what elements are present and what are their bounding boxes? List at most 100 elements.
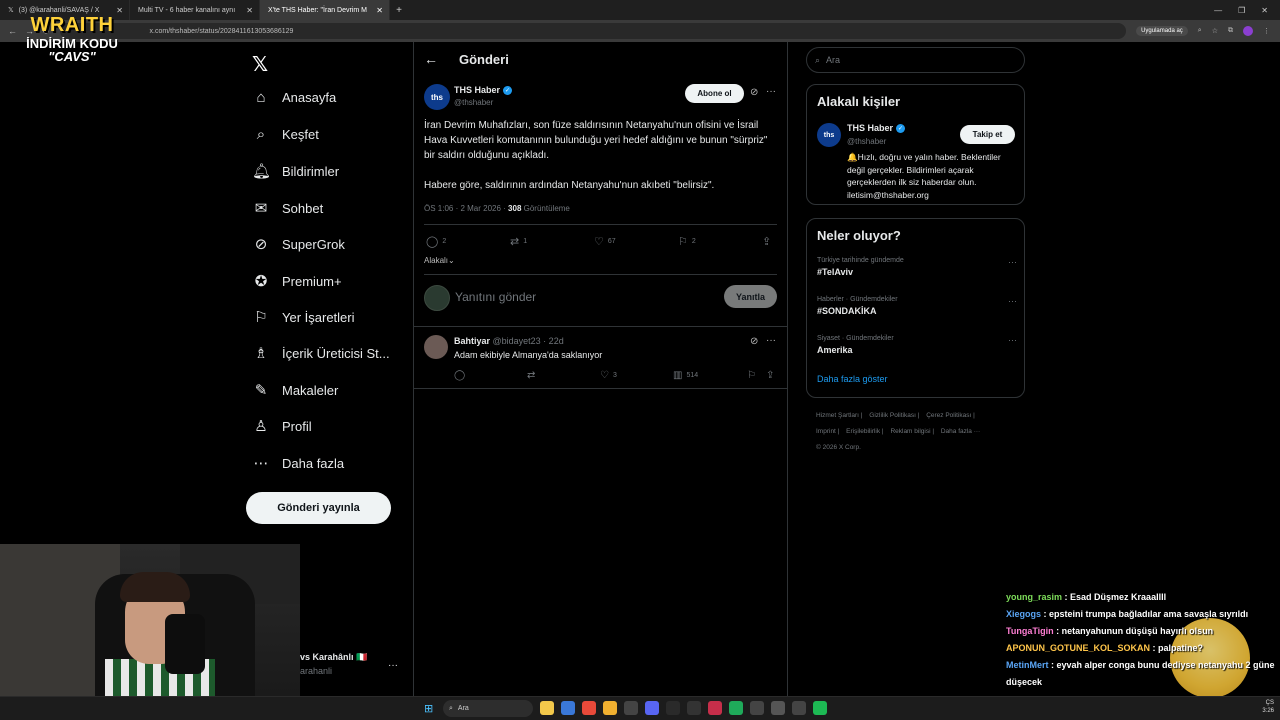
back-arrow-icon[interactable]: ← (424, 51, 438, 67)
chat-message: young_rasim : Esad Düşmez Kraaallll (1006, 589, 1276, 606)
reply-action[interactable]: ◯ 2 (426, 235, 446, 248)
footer-link[interactable]: Hizmet Şartları | (816, 412, 862, 419)
open-in-app-button[interactable]: Uygulamada aç (1136, 26, 1188, 36)
reply-sort-dropdown[interactable]: Alakalı⌄ (424, 256, 455, 265)
spotify-icon[interactable] (813, 701, 827, 715)
app-icon[interactable] (624, 701, 638, 715)
tweet-avatar[interactable]: ths (424, 84, 450, 110)
footer-link[interactable]: Gizlilik Politikası | (869, 412, 919, 419)
comment-share-action[interactable]: ⇪ (766, 370, 774, 381)
premium-icon: ✪ (254, 273, 268, 290)
comment-reply-action[interactable]: ◯ (454, 370, 465, 381)
tab-close-icon[interactable]: ✕ (376, 6, 383, 15)
trend-tag: Amerika (817, 345, 853, 355)
maximize-icon[interactable]: ❐ (1238, 6, 1245, 15)
related-handle[interactable]: @thshaber (847, 137, 886, 146)
folder-icon[interactable] (603, 701, 617, 715)
menu-icon[interactable]: ⋮ (1263, 27, 1270, 35)
trend-item[interactable]: Siyaset · Gündemdekiler Amerika ··· (817, 335, 1017, 355)
comment-avatar[interactable] (424, 335, 448, 359)
more-options-icon[interactable]: ··· (388, 660, 398, 671)
comment-like-action[interactable]: ♡ 3 (600, 370, 617, 381)
reply-button[interactable]: Yanıtla (724, 285, 777, 308)
footer-link[interactable]: Reklam bilgisi | (890, 428, 934, 435)
comment-author[interactable]: Bahtiyar @bidayet23 · 22d (454, 336, 564, 346)
nav-item-explore[interactable]: ⌕ Keşfet (252, 126, 319, 143)
comment-bookmark-action[interactable]: ⚐ (747, 370, 756, 381)
share-action[interactable]: ⇪ (762, 235, 771, 248)
related-name[interactable]: THS Haber ✓ (847, 123, 906, 133)
footer-link[interactable]: Çerez Politikası | (926, 412, 975, 419)
windows-start-icon[interactable]: ⊞ (424, 702, 433, 715)
steam-icon[interactable] (666, 701, 680, 715)
reply-input[interactable]: Yanıtını gönder (455, 290, 536, 304)
nav-item-supergrok[interactable]: ⊘ SuperGrok (252, 235, 345, 253)
app-icon[interactable] (687, 701, 701, 715)
browser-back-icon[interactable]: ← (8, 26, 17, 37)
account-switcher[interactable]: vs Karahânlı 🇮🇹 arahanli (300, 652, 367, 676)
mail-icon: ✉ (254, 200, 268, 217)
app-icon[interactable] (750, 701, 764, 715)
nav-item-more[interactable]: ⋯ Daha fazla (252, 454, 345, 472)
show-more-link[interactable]: Daha fazla göster (817, 374, 888, 384)
extensions-icon[interactable]: ⧉ (1228, 27, 1233, 35)
post-button[interactable]: Gönderi yayınla (246, 492, 391, 524)
minimize-icon[interactable]: — (1214, 6, 1222, 15)
related-avatar[interactable]: ths (817, 123, 841, 147)
nav-item-home[interactable]: ⌂ Anasayfa (252, 89, 336, 106)
x-logo-icon[interactable]: 𝕏 (252, 52, 268, 77)
like-action[interactable]: ♡ 67 (594, 235, 616, 248)
nav-item-bookmarks[interactable]: ⚐ Yer İşaretleri (252, 308, 354, 326)
url-input[interactable]: x.com/thshaber/status/202841161305368612… (59, 23, 1127, 39)
edge-icon[interactable] (561, 701, 575, 715)
more-options-icon[interactable]: ··· (1008, 257, 1017, 267)
footer-link[interactable]: Daha fazla ··· (941, 428, 980, 435)
trend-item[interactable]: Türkiye tarihinde gündemde #TelAviv ··· (817, 257, 1017, 277)
trend-category: Türkiye tarihinde gündemde (817, 257, 904, 264)
footer-link[interactable]: Imprint | (816, 428, 839, 435)
tweet-author-name[interactable]: THS Haber ✓ (454, 85, 513, 95)
divider (414, 326, 788, 327)
trend-item[interactable]: Haberler · Gündemdekiler #SONDAKİKA ··· (817, 296, 1017, 316)
zoom-icon[interactable]: ⌕ (1198, 27, 1202, 35)
more-options-icon[interactable]: ··· (766, 335, 776, 346)
bookmark-action[interactable]: ⚐ 2 (678, 235, 696, 248)
like-count: 67 (607, 238, 616, 245)
nav-item-chat[interactable]: ✉ Sohbet (252, 199, 324, 217)
footer-link[interactable]: Erişilebilirlik | (846, 428, 883, 435)
repost-action[interactable]: ⇄ 1 (510, 235, 527, 248)
app-icon[interactable] (729, 701, 743, 715)
nav-item-articles[interactable]: ✎ Makaleler (252, 381, 339, 399)
more-options-icon[interactable]: ··· (1008, 296, 1017, 306)
search-input[interactable]: ⌕ Ara (806, 47, 1025, 73)
grok-icon[interactable]: ⊘ (750, 87, 758, 98)
file-explorer-icon[interactable] (540, 701, 554, 715)
tweet-author-handle[interactable]: @thshaber (454, 98, 493, 107)
subscribe-button[interactable]: Abone ol (685, 84, 744, 103)
app-icon[interactable] (708, 701, 722, 715)
app-icon[interactable] (792, 701, 806, 715)
profile-avatar[interactable] (1243, 26, 1253, 36)
discord-icon[interactable] (645, 701, 659, 715)
chrome-icon[interactable] (582, 701, 596, 715)
nav-item-profile[interactable]: ♙ Profil (252, 417, 311, 435)
comment-repost-action[interactable]: ⇄ (527, 370, 535, 381)
more-options-icon[interactable]: ··· (766, 86, 776, 97)
nav-item-notifications[interactable]: 🔔︎ Bildirimler (252, 162, 339, 180)
system-clock[interactable]: ÇS 3:26 (1262, 699, 1274, 715)
app-icon[interactable] (771, 701, 785, 715)
nav-item-premium[interactable]: ✪ Premium+ (252, 272, 342, 290)
new-tab-icon[interactable]: + (390, 5, 408, 16)
more-options-icon[interactable]: ··· (1008, 335, 1017, 345)
grok-icon[interactable]: ⊘ (750, 336, 758, 347)
star-icon[interactable]: ☆ (1212, 27, 1218, 35)
nav-item-creator-studio[interactable]: ♗ İçerik Üreticisi St... (252, 344, 389, 362)
follow-button[interactable]: Takip et (960, 125, 1015, 144)
browser-tab-2[interactable]: Multi TV - 6 haber kanalını aynı ✕ (130, 0, 260, 20)
tab-close-icon[interactable]: ✕ (246, 6, 253, 15)
comment-views-action[interactable]: ▥ 514 (673, 370, 698, 381)
tweet-timestamp[interactable]: ÖS 1:06 · 2 Mar 2026 · (424, 204, 508, 213)
taskbar-search[interactable]: ⌕ Ara (443, 700, 533, 717)
browser-tab-3[interactable]: X'te THS Haber: "İran Devrim M ✕ (260, 0, 390, 20)
window-close-icon[interactable]: ✕ (1261, 6, 1268, 15)
